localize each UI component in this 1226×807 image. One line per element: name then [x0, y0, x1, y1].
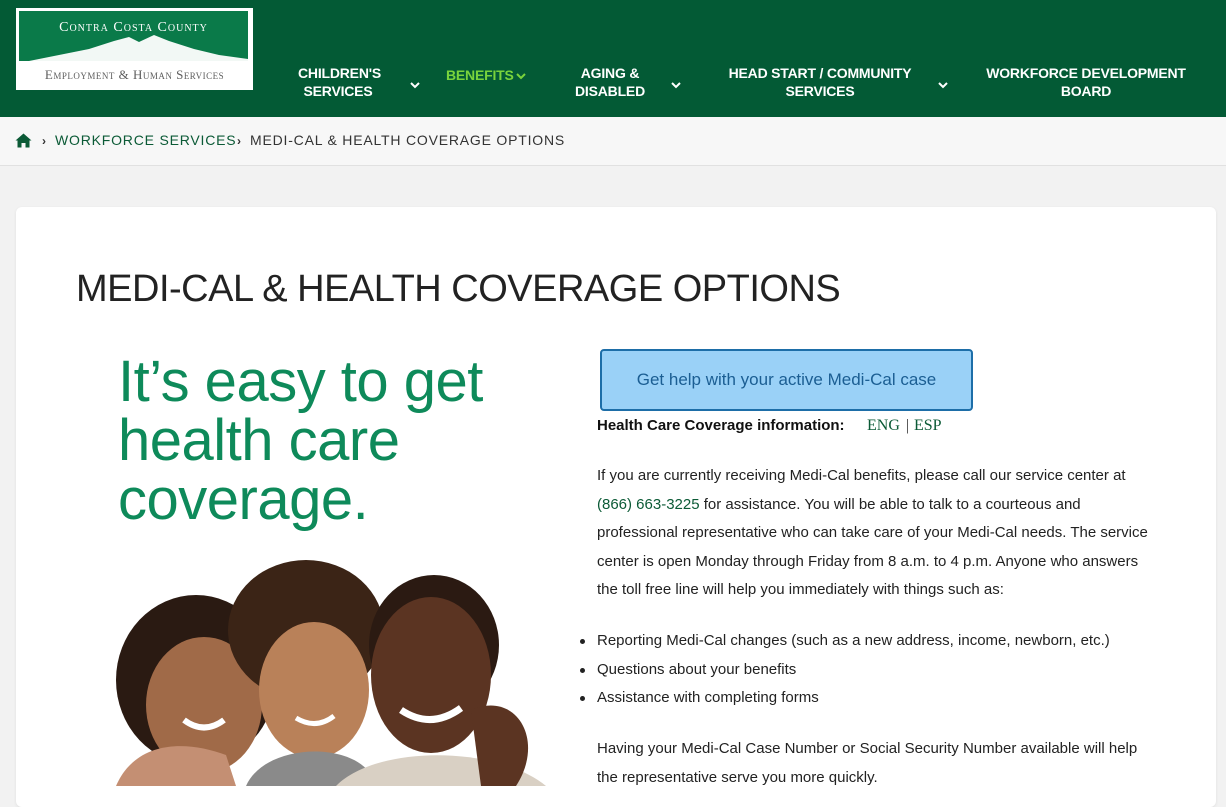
- breadcrumb-separator: ›: [42, 134, 46, 148]
- chevron-down-icon[interactable]: [938, 80, 948, 90]
- breadcrumb-separator: ›: [237, 134, 241, 148]
- nav-benefits[interactable]: BENEFITS: [446, 66, 514, 84]
- list-item: Reporting Medi-Cal changes (such as a ne…: [580, 627, 1110, 656]
- nav-label-line2: SERVICES: [785, 83, 855, 99]
- mountain-icon: [19, 35, 248, 63]
- nav-workforce-board[interactable]: WORKFORCE DEVELOPMENT BOARD: [986, 64, 1186, 100]
- list-item: Assistance with completing forms: [580, 684, 1110, 713]
- hero-line: It’s easy to get: [118, 349, 483, 414]
- nav-label-line1: CHILDREN'S: [298, 65, 381, 81]
- case-number-paragraph: Having your Medi-Cal Case Number or Soci…: [597, 740, 1138, 786]
- chevron-down-icon[interactable]: [410, 80, 420, 90]
- nav-label-line2: BOARD: [1060, 83, 1112, 99]
- home-icon[interactable]: [15, 133, 32, 148]
- hero-line: coverage.: [118, 467, 369, 532]
- list-item: Questions about your benefits: [580, 656, 1110, 685]
- lang-esp-link[interactable]: ESP: [914, 417, 942, 435]
- family-photo: [76, 540, 578, 786]
- lang-eng-link[interactable]: ENG: [867, 417, 900, 435]
- hero-headline: It’s easy to get health care coverage.: [118, 352, 483, 529]
- page-title: MEDI-CAL & HEALTH COVERAGE OPTIONS: [76, 268, 841, 310]
- help-active-case-button[interactable]: Get help with your active Medi-Cal case: [600, 349, 973, 411]
- nav-label-line2: DISABLED: [575, 83, 645, 99]
- service-center-paragraph: If you are currently receiving Medi-Cal …: [597, 462, 1157, 605]
- coverage-label: Health Care Coverage information:: [597, 417, 845, 434]
- help-topics-list: Reporting Medi-Cal changes (such as a ne…: [580, 627, 1110, 713]
- nav-childrens-services[interactable]: CHILDREN'S SERVICES: [298, 64, 381, 100]
- nav-aging-disabled[interactable]: AGING & DISABLED: [570, 64, 650, 100]
- breadcrumb-link-workforce[interactable]: WORKFORCE SERVICES: [55, 132, 236, 148]
- phone-link[interactable]: (866) 663-3225: [597, 496, 700, 513]
- nav-label-line1: HEAD START / COMMUNITY: [728, 65, 912, 81]
- logo-subtitle: Employment & Human Services: [44, 67, 225, 82]
- lang-separator: |: [906, 417, 910, 434]
- breadcrumb-current: MEDI-CAL & HEALTH COVERAGE OPTIONS: [250, 132, 566, 148]
- chevron-down-icon[interactable]: [671, 80, 681, 90]
- county-logo[interactable]: Contra Costa County Employment & Human S…: [16, 8, 253, 90]
- nav-label-line1: WORKFORCE DEVELOPMENT: [986, 65, 1186, 81]
- chevron-down-icon[interactable]: [516, 71, 526, 81]
- paragraph-text: If you are currently receiving Medi-Cal …: [597, 467, 1126, 484]
- logo-banner: Contra Costa County: [19, 11, 248, 63]
- nav-head-start[interactable]: HEAD START / COMMUNITY SERVICES: [727, 64, 913, 100]
- nav-label-line1: BENEFITS: [446, 67, 514, 83]
- nav-label-line2: SERVICES: [303, 83, 373, 99]
- nav-label-line1: AGING &: [580, 65, 640, 81]
- hero-line: health care: [118, 408, 400, 473]
